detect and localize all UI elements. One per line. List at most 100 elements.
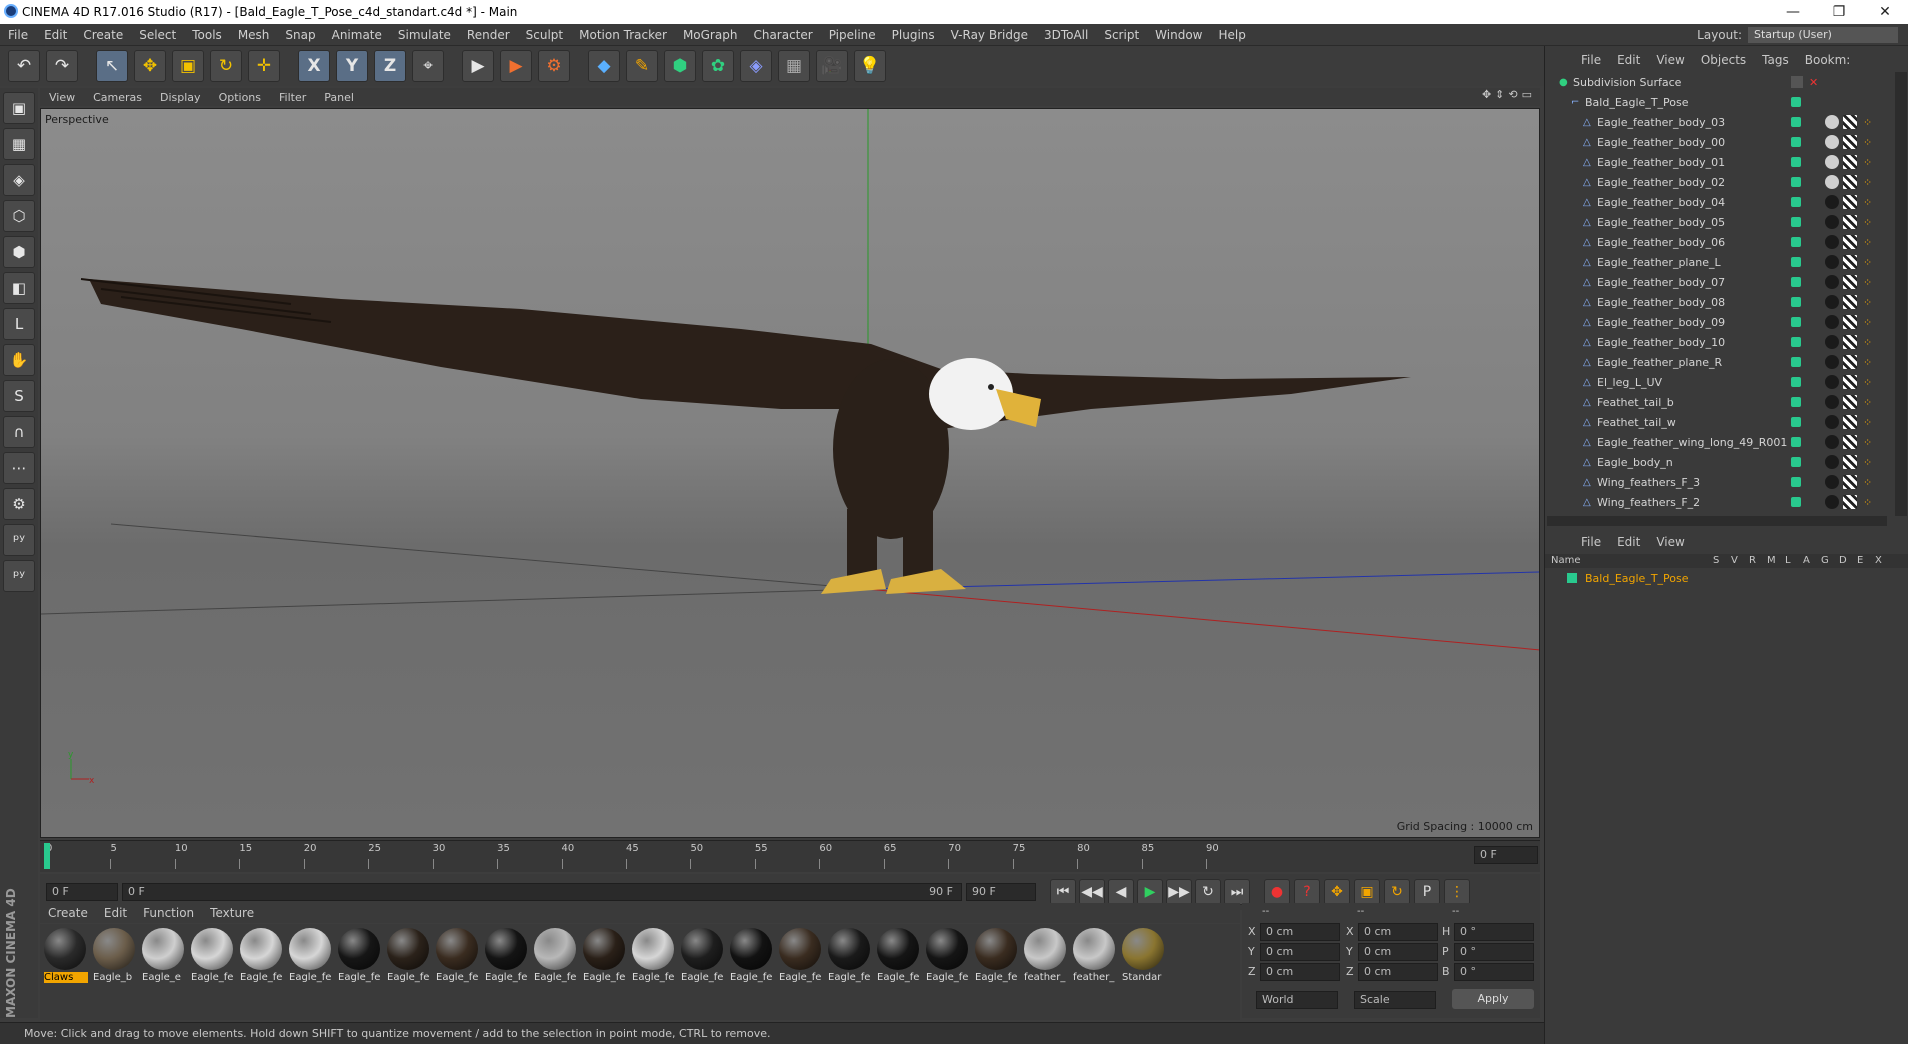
coord-value-field[interactable]: 0 cm (1358, 943, 1438, 961)
autokey-icon[interactable]: ? (1294, 879, 1320, 905)
menu-simulate[interactable]: Simulate (390, 28, 459, 42)
object-menu-tags[interactable]: Tags (1754, 53, 1797, 67)
viewport-nav-icon[interactable]: ▭ (1522, 88, 1532, 101)
start-frame-field[interactable]: 0 F (46, 883, 118, 901)
menu-script[interactable]: Script (1096, 28, 1147, 42)
material-swatch[interactable]: Eagle_fe (926, 928, 970, 984)
menu-edit[interactable]: Edit (36, 28, 75, 42)
minimize-icon[interactable]: — (1770, 0, 1816, 24)
menu-mesh[interactable]: Mesh (230, 28, 278, 42)
key-param-icon[interactable]: P (1414, 879, 1440, 905)
viewport-menu-cameras[interactable]: Cameras (84, 91, 151, 104)
left-tool-button[interactable]: ▣ (3, 92, 35, 124)
menu-file[interactable]: File (0, 28, 36, 42)
object-menu-edit[interactable]: Edit (1609, 53, 1648, 67)
texture-tag-icon[interactable] (1843, 135, 1857, 149)
menu-animate[interactable]: Animate (324, 28, 390, 42)
layer-row[interactable]: Bald_Eagle_T_Pose (1545, 570, 1908, 588)
visibility-dot[interactable] (1791, 217, 1801, 227)
object-menu-objects[interactable]: Objects (1693, 53, 1754, 67)
checkbox-icon[interactable] (1791, 76, 1803, 88)
object-row[interactable]: △ Wing_feathers_F_3 ⁘ (1545, 472, 1895, 492)
left-tool-button[interactable]: ◈ (3, 164, 35, 196)
left-tool-button[interactable]: ⬡ (3, 200, 35, 232)
object-row[interactable]: △ Eagle_feather_body_09 ⁘ (1545, 312, 1895, 332)
material-swatch[interactable]: Eagle_fe (975, 928, 1019, 984)
texture-tag-icon[interactable] (1843, 455, 1857, 469)
material-menu-texture[interactable]: Texture (202, 906, 262, 920)
object-row[interactable]: △ Eagle_feather_body_04 ⁘ (1545, 192, 1895, 212)
menu-3dtoall[interactable]: 3DToAll (1036, 28, 1096, 42)
left-tool-button[interactable]: ⬢ (3, 236, 35, 268)
object-row[interactable]: △ Eagle_feather_body_01 ⁘ (1545, 152, 1895, 172)
key-move-icon[interactable]: ✥ (1324, 879, 1350, 905)
material-swatch[interactable]: Eagle_fe (387, 928, 431, 984)
close-icon[interactable]: ✕ (1862, 0, 1908, 24)
texture-tag-icon[interactable] (1843, 295, 1857, 309)
left-tool-button[interactable]: L (3, 308, 35, 340)
material-swatch[interactable]: Eagle_fe (779, 928, 823, 984)
menu-plugins[interactable]: Plugins (884, 28, 943, 42)
texture-tag-icon[interactable] (1843, 355, 1857, 369)
3d-viewport[interactable]: Perspective y x Grid Spacing : 10000 cm (40, 108, 1540, 838)
rotate-tool-button[interactable]: ↻ (210, 50, 242, 82)
material-swatch[interactable]: Eagle_fe (828, 928, 872, 984)
material-swatch[interactable]: Eagle_fe (877, 928, 921, 984)
viewport-menu-options[interactable]: Options (210, 91, 270, 104)
texture-tag-icon[interactable] (1843, 395, 1857, 409)
visibility-dot[interactable] (1791, 177, 1801, 187)
object-row[interactable]: △ Eagle_feather_body_06 ⁘ (1545, 232, 1895, 252)
pen-tool-button[interactable]: ✎ (626, 50, 658, 82)
material-tag-icon[interactable] (1825, 295, 1839, 309)
visibility-dot[interactable] (1791, 117, 1801, 127)
texture-tag-icon[interactable] (1843, 255, 1857, 269)
object-row[interactable]: △ Feathet_tail_w ⁘ (1545, 412, 1895, 432)
menu-pipeline[interactable]: Pipeline (821, 28, 884, 42)
material-tag-icon[interactable] (1825, 315, 1839, 329)
viewport-menu-panel[interactable]: Panel (315, 91, 363, 104)
playback-button[interactable]: ▶ (1137, 879, 1163, 905)
material-tag-icon[interactable] (1825, 235, 1839, 249)
material-tag-icon[interactable] (1825, 455, 1839, 469)
coord-value-field[interactable]: 0 ° (1454, 943, 1534, 961)
material-tag-icon[interactable] (1825, 195, 1839, 209)
object-row[interactable]: ● Subdivision Surface ✕ (1545, 72, 1895, 92)
left-tool-button[interactable]: ∩ (3, 416, 35, 448)
material-menu-function[interactable]: Function (135, 906, 202, 920)
material-swatch[interactable]: Eagle_fe (289, 928, 333, 984)
undo-button[interactable]: ↶ (8, 50, 40, 82)
texture-tag-icon[interactable] (1843, 335, 1857, 349)
visibility-dot[interactable] (1791, 397, 1801, 407)
visibility-dot[interactable] (1791, 417, 1801, 427)
material-swatch[interactable]: Eagle_fe (485, 928, 529, 984)
playback-button[interactable]: ▶▶ (1166, 879, 1192, 905)
coord-value-field[interactable]: 0 cm (1358, 923, 1438, 941)
material-swatch[interactable]: Eagle_fe (436, 928, 480, 984)
coord-value-field[interactable]: 0 cm (1260, 923, 1340, 941)
material-swatch[interactable]: Eagle_fe (681, 928, 725, 984)
object-menu-file[interactable]: File (1573, 53, 1609, 67)
y-axis-lock-button[interactable]: Y (336, 50, 368, 82)
menu-tools[interactable]: Tools (184, 28, 230, 42)
menu-select[interactable]: Select (131, 28, 184, 42)
apply-button[interactable]: Apply (1452, 989, 1534, 1009)
texture-tag-icon[interactable] (1843, 215, 1857, 229)
visibility-dot[interactable] (1791, 457, 1801, 467)
texture-tag-icon[interactable] (1843, 375, 1857, 389)
material-swatch[interactable]: Eagle_fe (730, 928, 774, 984)
visibility-dot[interactable] (1791, 137, 1801, 147)
material-swatch[interactable]: Eagle_fe (191, 928, 235, 984)
object-vscrollbar[interactable] (1895, 72, 1907, 516)
light-object-button[interactable]: 💡 (854, 50, 886, 82)
material-tag-icon[interactable] (1825, 275, 1839, 289)
coord-value-field[interactable]: 0 ° (1454, 963, 1534, 981)
material-swatch[interactable]: feather_ (1073, 928, 1117, 984)
key-scale-icon[interactable]: ▣ (1354, 879, 1380, 905)
material-swatch[interactable]: Eagle_fe (534, 928, 578, 984)
material-swatch[interactable]: Eagle_fe (583, 928, 627, 984)
menu-window[interactable]: Window (1147, 28, 1210, 42)
material-tag-icon[interactable] (1825, 175, 1839, 189)
left-tool-button[interactable]: ▦ (3, 128, 35, 160)
playback-button[interactable]: ◀◀ (1079, 879, 1105, 905)
playback-button[interactable]: ◀ (1108, 879, 1134, 905)
